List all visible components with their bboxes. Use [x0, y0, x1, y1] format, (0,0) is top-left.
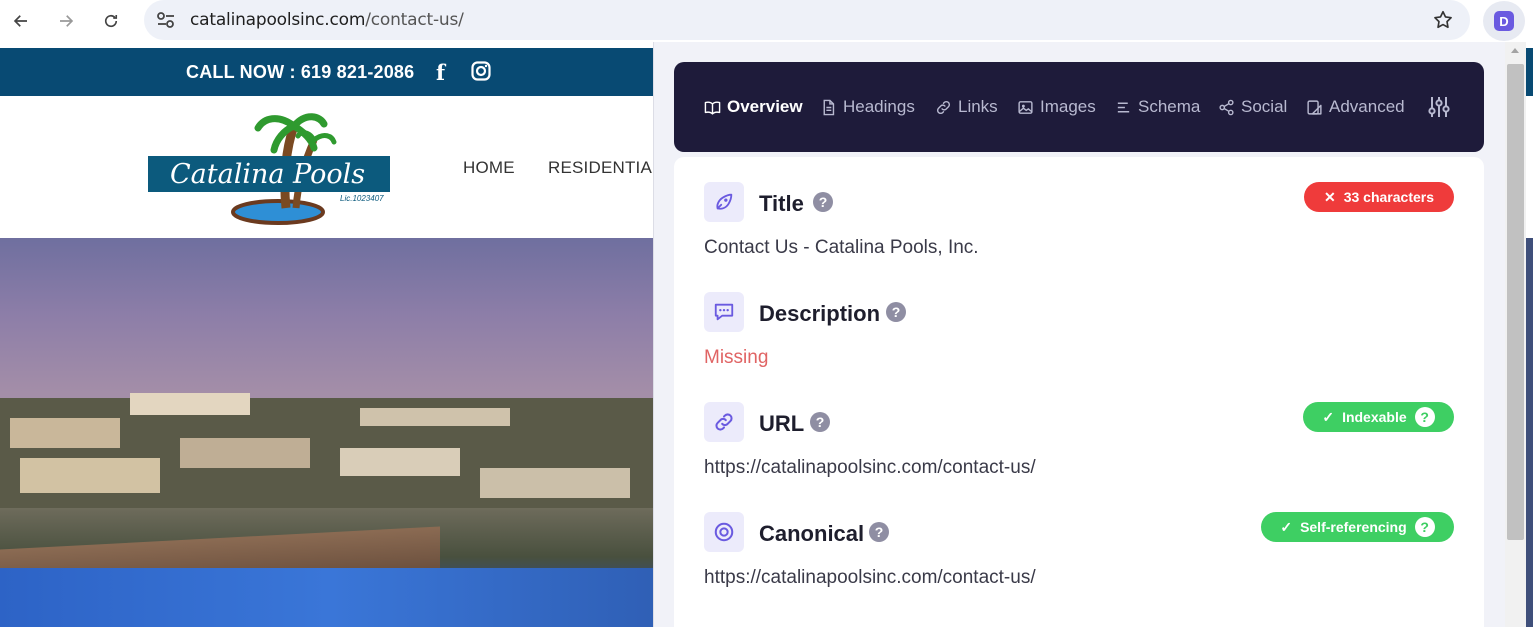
target-icon	[714, 522, 734, 542]
menu-item-home[interactable]: HOME	[463, 158, 515, 178]
facebook-icon[interactable]: f	[436, 60, 445, 85]
url-text: catalinapoolsinc.com/contact-us/	[190, 10, 464, 30]
panel-tab-bar: Overview Headings Links Images Schema So…	[674, 62, 1484, 152]
back-button[interactable]	[5, 5, 37, 37]
shapes-icon	[1307, 99, 1322, 115]
help-icon[interactable]: ?	[1414, 407, 1435, 427]
scroll-up-arrow-icon[interactable]	[1511, 48, 1519, 53]
title-value: Contact Us - Catalina Pools, Inc.	[704, 237, 979, 258]
canonical-value: https://catalinapoolsinc.com/contact-us/	[704, 567, 1036, 588]
tab-schema[interactable]: Schema	[1115, 96, 1200, 118]
site-info-icon[interactable]	[156, 11, 176, 29]
url-path: /contact-us/	[365, 10, 464, 30]
url-label: URL	[759, 411, 805, 436]
close-icon: ✕	[1323, 188, 1336, 205]
url-value: https://catalinapoolsinc.com/contact-us/	[704, 457, 1036, 478]
canonical-row-icon	[704, 512, 744, 552]
tab-label: Headings	[843, 97, 915, 116]
call-now-text[interactable]: CALL NOW : 619 821-2086	[186, 62, 414, 83]
check-icon: ✓	[1322, 408, 1335, 425]
extension-logo-icon: D	[1494, 11, 1514, 31]
pool-water	[0, 568, 660, 627]
help-icon[interactable]: ?	[1414, 517, 1435, 537]
tab-advanced[interactable]: Advanced	[1306, 96, 1405, 118]
overview-card	[674, 157, 1484, 627]
url-row-icon	[704, 402, 744, 442]
reload-button[interactable]	[95, 5, 127, 37]
extension-button[interactable]: D	[1483, 1, 1525, 41]
tab-label: Schema	[1138, 97, 1201, 116]
scrollbar-thumb[interactable]	[1507, 64, 1524, 540]
reload-icon	[104, 14, 118, 28]
description-value: Missing	[704, 347, 769, 368]
url-host: catalinapoolsinc.com	[190, 10, 366, 30]
url-help-icon[interactable]: ?	[810, 412, 830, 432]
check-icon: ✓	[1280, 518, 1293, 535]
forward-button[interactable]	[50, 5, 82, 37]
title-length-badge: ✕ 33 characters	[1304, 182, 1454, 212]
image-icon	[1018, 100, 1033, 114]
arrow-right-icon	[60, 15, 74, 27]
description-label: Description	[759, 301, 881, 326]
logo-wordmark: Catalina Pools	[170, 159, 366, 190]
title-label: Title	[759, 191, 804, 216]
canonical-help-icon[interactable]: ?	[869, 522, 889, 542]
tab-label: Images	[1040, 97, 1096, 116]
tab-label: Advanced	[1329, 97, 1405, 116]
tab-headings[interactable]: Headings	[820, 96, 915, 118]
rocket-icon	[716, 193, 733, 210]
tab-images[interactable]: Images	[1017, 96, 1096, 118]
tab-overview[interactable]: Overview	[704, 96, 803, 118]
title-row-icon	[704, 182, 744, 222]
arrow-left-icon	[13, 15, 27, 27]
panel-scrollbar[interactable]	[1505, 42, 1526, 627]
badge-text: Self-referencing	[1300, 519, 1407, 535]
book-icon	[704, 100, 721, 115]
badge-text: 33 characters	[1343, 189, 1435, 205]
canonical-label: Canonical	[759, 521, 865, 546]
tab-label: Social	[1241, 97, 1288, 116]
link-icon	[715, 413, 733, 431]
title-help-icon[interactable]: ?	[813, 192, 833, 212]
tab-label: Links	[958, 97, 998, 116]
chat-icon	[714, 303, 734, 321]
indexable-badge: ✓ Indexable ?	[1303, 402, 1454, 432]
hillside-houses-image	[0, 393, 660, 508]
browser-toolbar: catalinapoolsinc.com/contact-us/ D	[0, 0, 1533, 42]
description-row-icon	[704, 292, 744, 332]
document-icon	[823, 99, 835, 115]
instagram-icon[interactable]	[471, 61, 491, 81]
description-help-icon[interactable]: ?	[886, 302, 906, 322]
settings-sliders-icon[interactable]	[1427, 95, 1451, 119]
tab-label: Overview	[727, 97, 803, 116]
share-icon	[1219, 99, 1234, 115]
self-referencing-badge: ✓ Self-referencing ?	[1261, 512, 1454, 542]
bookmark-star-icon[interactable]	[1432, 9, 1454, 31]
tab-links[interactable]: Links	[935, 96, 998, 118]
menu-item-residential[interactable]: RESIDENTIAL	[548, 158, 662, 178]
badge-text: Indexable	[1342, 409, 1407, 425]
list-icon	[1117, 102, 1130, 112]
link-icon	[936, 100, 951, 114]
license-number: Lic.1023407	[340, 194, 384, 203]
address-bar[interactable]: catalinapoolsinc.com/contact-us/	[144, 0, 1470, 40]
site-logo[interactable]: Catalina Pools Lic.1023407	[148, 108, 390, 226]
tab-social[interactable]: Social	[1218, 96, 1287, 118]
